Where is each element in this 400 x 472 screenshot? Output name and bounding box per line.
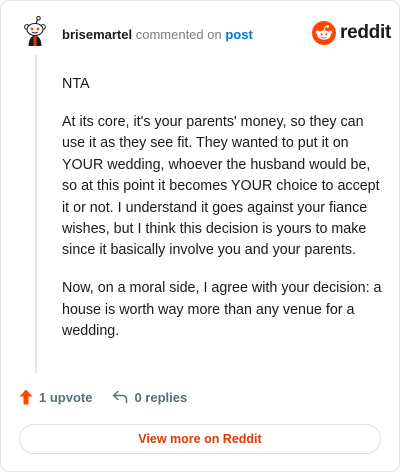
post-link[interactable]: post bbox=[225, 27, 252, 42]
view-more-button[interactable]: View more on Reddit bbox=[19, 424, 381, 454]
thread-line bbox=[35, 55, 37, 373]
reddit-wordmark: reddit bbox=[340, 22, 391, 43]
replies-count: 0 replies bbox=[134, 389, 188, 405]
comment-actions: 1 upvote 0 replies bbox=[19, 389, 187, 405]
comment-paragraph: At its core, it's your parents' money, s… bbox=[62, 113, 380, 259]
reply-arrow-icon bbox=[113, 390, 128, 404]
view-more-label: View more on Reddit bbox=[138, 432, 262, 446]
reddit-logo-icon bbox=[312, 21, 336, 45]
avatar[interactable] bbox=[19, 15, 51, 47]
commented-on-text: commented on bbox=[135, 27, 222, 42]
snoo-avatar-icon bbox=[19, 15, 51, 47]
upvote-button[interactable]: 1 upvote bbox=[19, 389, 92, 405]
author-name[interactable]: brisemartel bbox=[62, 27, 132, 42]
comment-header: brisemartel commented on post bbox=[62, 27, 253, 43]
replies-button[interactable]: 0 replies bbox=[112, 390, 187, 405]
comment-body: NTA At its core, it's your parents' mone… bbox=[62, 74, 384, 359]
reddit-logo[interactable]: reddit bbox=[312, 21, 391, 45]
comment-paragraph: NTA bbox=[62, 76, 90, 92]
comment-paragraph: Now, on a moral side, I agree with your … bbox=[62, 280, 382, 340]
embedded-comment-card: brisemartel commented on post reddit NTA… bbox=[0, 0, 400, 472]
upvote-arrow-icon bbox=[19, 389, 33, 405]
upvote-count: 1 upvote bbox=[39, 389, 93, 405]
